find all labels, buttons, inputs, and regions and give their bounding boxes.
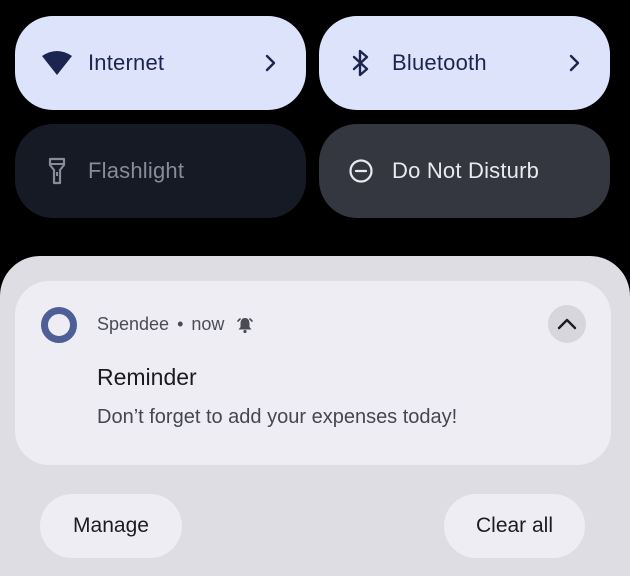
chevron-right-icon[interactable] [260,53,280,73]
notification-card[interactable]: Spendee • now Reminder Don’t forget to a… [15,281,611,465]
notification-time: now [191,314,225,334]
chevron-right-icon[interactable] [564,53,584,73]
flashlight-tile[interactable]: Flashlight [15,124,306,218]
notification-header: Spendee • now [97,314,254,335]
bluetooth-icon [345,47,377,79]
wifi-icon [41,47,73,79]
flashlight-label: Flashlight [88,158,185,183]
notification-body: Don’t forget to add your expenses today! [97,406,458,428]
do-not-disturb-tile[interactable]: Do Not Disturb [319,124,610,218]
collapse-button[interactable] [548,305,586,343]
clear-all-button[interactable]: Clear all [444,494,585,558]
flashlight-icon [41,155,73,187]
bluetooth-label: Bluetooth [392,50,487,75]
app-name: Spendee [97,314,170,334]
bluetooth-tile[interactable]: Bluetooth [319,16,610,110]
bell-icon [236,316,254,334]
do-not-disturb-icon [345,155,377,187]
chevron-up-icon [557,318,577,330]
manage-button[interactable]: Manage [40,494,182,558]
header-separator: • [177,314,184,334]
internet-tile[interactable]: Internet [15,16,306,110]
notification-title: Reminder [97,364,197,390]
spendee-app-icon [41,307,77,343]
internet-label: Internet [88,50,165,75]
do-not-disturb-label: Do Not Disturb [392,158,540,183]
